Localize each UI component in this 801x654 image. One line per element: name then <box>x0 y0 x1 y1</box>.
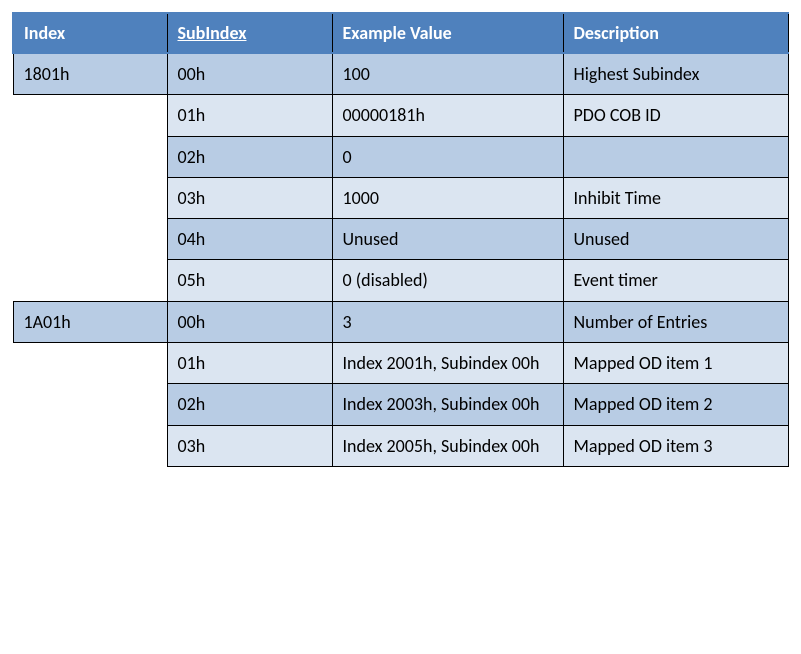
cell-example: 3 <box>332 301 563 342</box>
cell-subindex: 04h <box>167 219 332 260</box>
cell-description: Number of Entries <box>563 301 789 342</box>
cell-example: Index 2003h, Subindex 00h <box>332 384 563 425</box>
table-row: 01h00000181hPDO COB ID <box>13 95 789 136</box>
cell-index <box>13 177 167 218</box>
table-row: 03h1000Inhibit Time <box>13 177 789 218</box>
cell-description <box>563 136 789 177</box>
table-row: 02h0 <box>13 136 789 177</box>
cell-example: Unused <box>332 219 563 260</box>
cell-example: 00000181h <box>332 95 563 136</box>
cell-subindex: 03h <box>167 425 332 466</box>
table-header-row: Index SubIndex Example Value Description <box>13 13 789 53</box>
cell-description: Inhibit Time <box>563 177 789 218</box>
cell-subindex: 01h <box>167 343 332 384</box>
cell-index <box>13 425 167 466</box>
pdo-config-table: Index SubIndex Example Value Description… <box>12 12 789 467</box>
cell-subindex: 02h <box>167 384 332 425</box>
cell-description: Event timer <box>563 260 789 301</box>
cell-example: Index 2005h, Subindex 00h <box>332 425 563 466</box>
cell-index: 1801h <box>13 53 167 95</box>
table-row: 03hIndex 2005h, Subindex 00hMapped OD it… <box>13 425 789 466</box>
cell-description: Mapped OD item 1 <box>563 343 789 384</box>
cell-subindex: 02h <box>167 136 332 177</box>
table-row: 02hIndex 2003h, Subindex 00hMapped OD it… <box>13 384 789 425</box>
col-header-index: Index <box>13 13 167 53</box>
table-row: 05h0 (disabled)Event timer <box>13 260 789 301</box>
cell-subindex: 00h <box>167 53 332 95</box>
cell-description: Unused <box>563 219 789 260</box>
cell-subindex: 00h <box>167 301 332 342</box>
table-row: 1A01h00h3Number of Entries <box>13 301 789 342</box>
cell-subindex: 01h <box>167 95 332 136</box>
cell-description: Highest Subindex <box>563 53 789 95</box>
table-row: 04hUnusedUnused <box>13 219 789 260</box>
cell-subindex: 03h <box>167 177 332 218</box>
col-header-subindex: SubIndex <box>167 13 332 53</box>
cell-description: Mapped OD item 3 <box>563 425 789 466</box>
cell-index <box>13 136 167 177</box>
cell-index <box>13 219 167 260</box>
cell-index <box>13 260 167 301</box>
cell-example: 0 <box>332 136 563 177</box>
cell-description: PDO COB ID <box>563 95 789 136</box>
cell-index <box>13 384 167 425</box>
cell-example: 0 (disabled) <box>332 260 563 301</box>
cell-example: Index 2001h, Subindex 00h <box>332 343 563 384</box>
cell-subindex: 05h <box>167 260 332 301</box>
cell-index <box>13 343 167 384</box>
cell-example: 100 <box>332 53 563 95</box>
cell-index: 1A01h <box>13 301 167 342</box>
table-row: 1801h00h100Highest Subindex <box>13 53 789 95</box>
col-header-example: Example Value <box>332 13 563 53</box>
cell-example: 1000 <box>332 177 563 218</box>
cell-description: Mapped OD item 2 <box>563 384 789 425</box>
cell-index <box>13 95 167 136</box>
table-row: 01hIndex 2001h, Subindex 00hMapped OD it… <box>13 343 789 384</box>
table-body: 1801h00h100Highest Subindex01h00000181hP… <box>13 53 789 466</box>
col-header-description: Description <box>563 13 789 53</box>
